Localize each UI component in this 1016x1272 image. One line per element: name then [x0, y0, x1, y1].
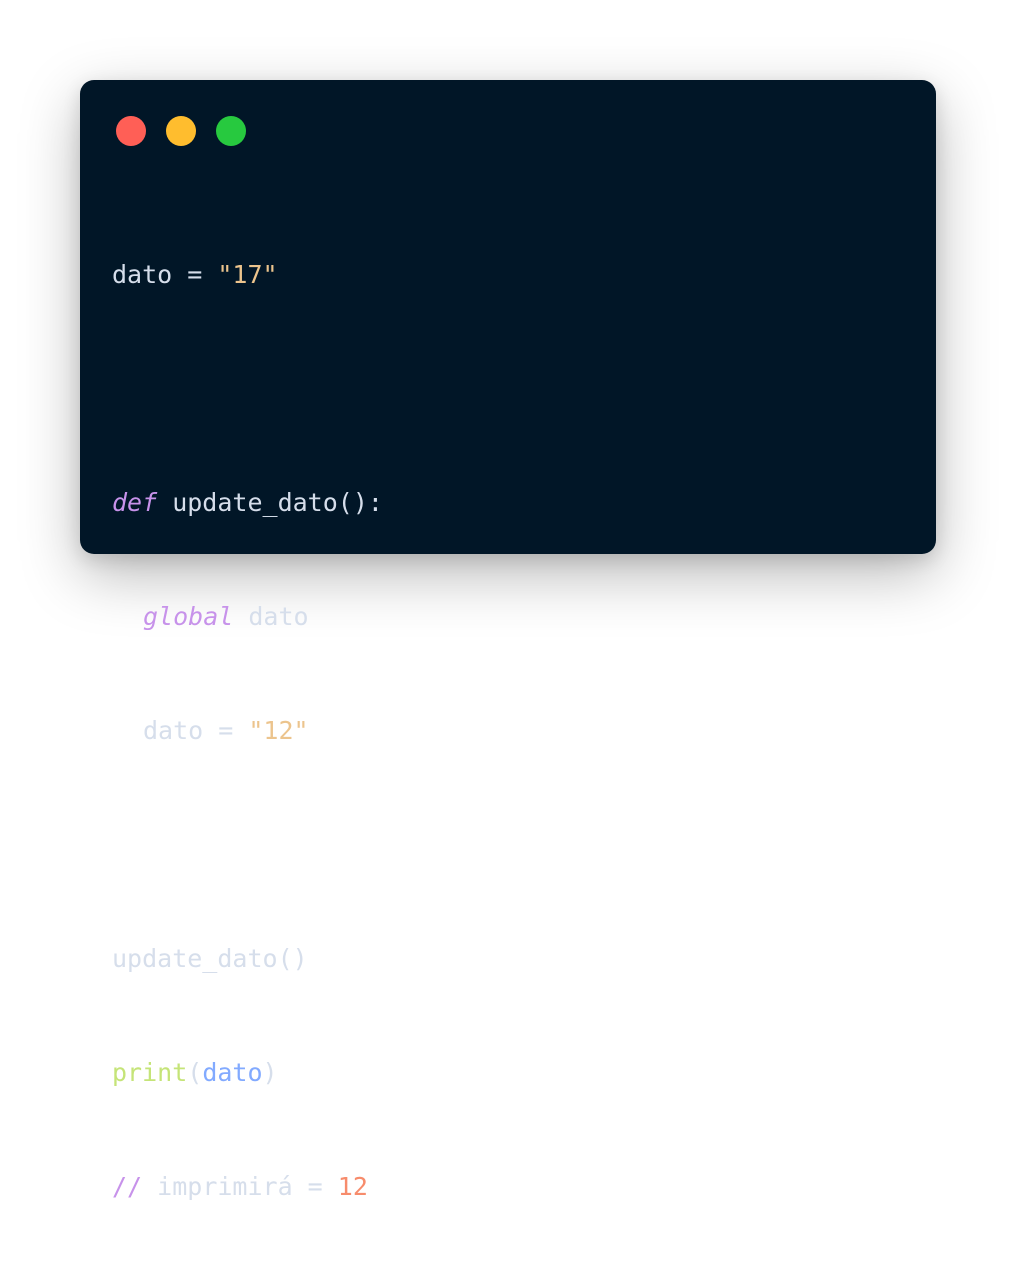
- close-button[interactable]: [116, 116, 146, 146]
- window-controls: [116, 116, 246, 146]
- token-keyword: global: [143, 602, 234, 631]
- token-keyword: def: [112, 488, 158, 517]
- token-op: =: [203, 716, 249, 745]
- token-paren: (: [187, 1058, 203, 1087]
- token-number: 12: [337, 1172, 368, 1201]
- token-function: print: [112, 1058, 188, 1087]
- code-line-4: global dato: [112, 598, 383, 636]
- zoom-button[interactable]: [216, 116, 246, 146]
- token-string: "12": [248, 716, 309, 745]
- code-line-3: def update_dato():: [112, 484, 383, 522]
- token-text: update_dato():: [157, 488, 383, 517]
- token-text: dato: [233, 602, 309, 631]
- token-var: dato: [143, 716, 204, 745]
- token-paren: ): [262, 1058, 278, 1087]
- token-op: =: [172, 260, 218, 289]
- token-string: "17": [217, 260, 278, 289]
- token-text: imprimirá =: [142, 1172, 338, 1201]
- code-line-1: dato = "17": [112, 256, 383, 294]
- code-window: dato = "17" def update_dato(): global da…: [80, 80, 936, 1201]
- token-var: dato: [112, 260, 173, 289]
- code-line-7: update_dato(): [112, 940, 383, 978]
- minimize-button[interactable]: [166, 116, 196, 146]
- code-line-5: dato = "12": [112, 712, 383, 750]
- token-argument: dato: [202, 1058, 263, 1087]
- token-comment-mark: //: [112, 1172, 143, 1201]
- code-line-9: // imprimirá = 12: [112, 1168, 383, 1206]
- code-line-8: print(dato): [112, 1054, 383, 1092]
- code-block: dato = "17" def update_dato(): global da…: [112, 180, 383, 1272]
- token-text: update_dato(): [112, 944, 308, 973]
